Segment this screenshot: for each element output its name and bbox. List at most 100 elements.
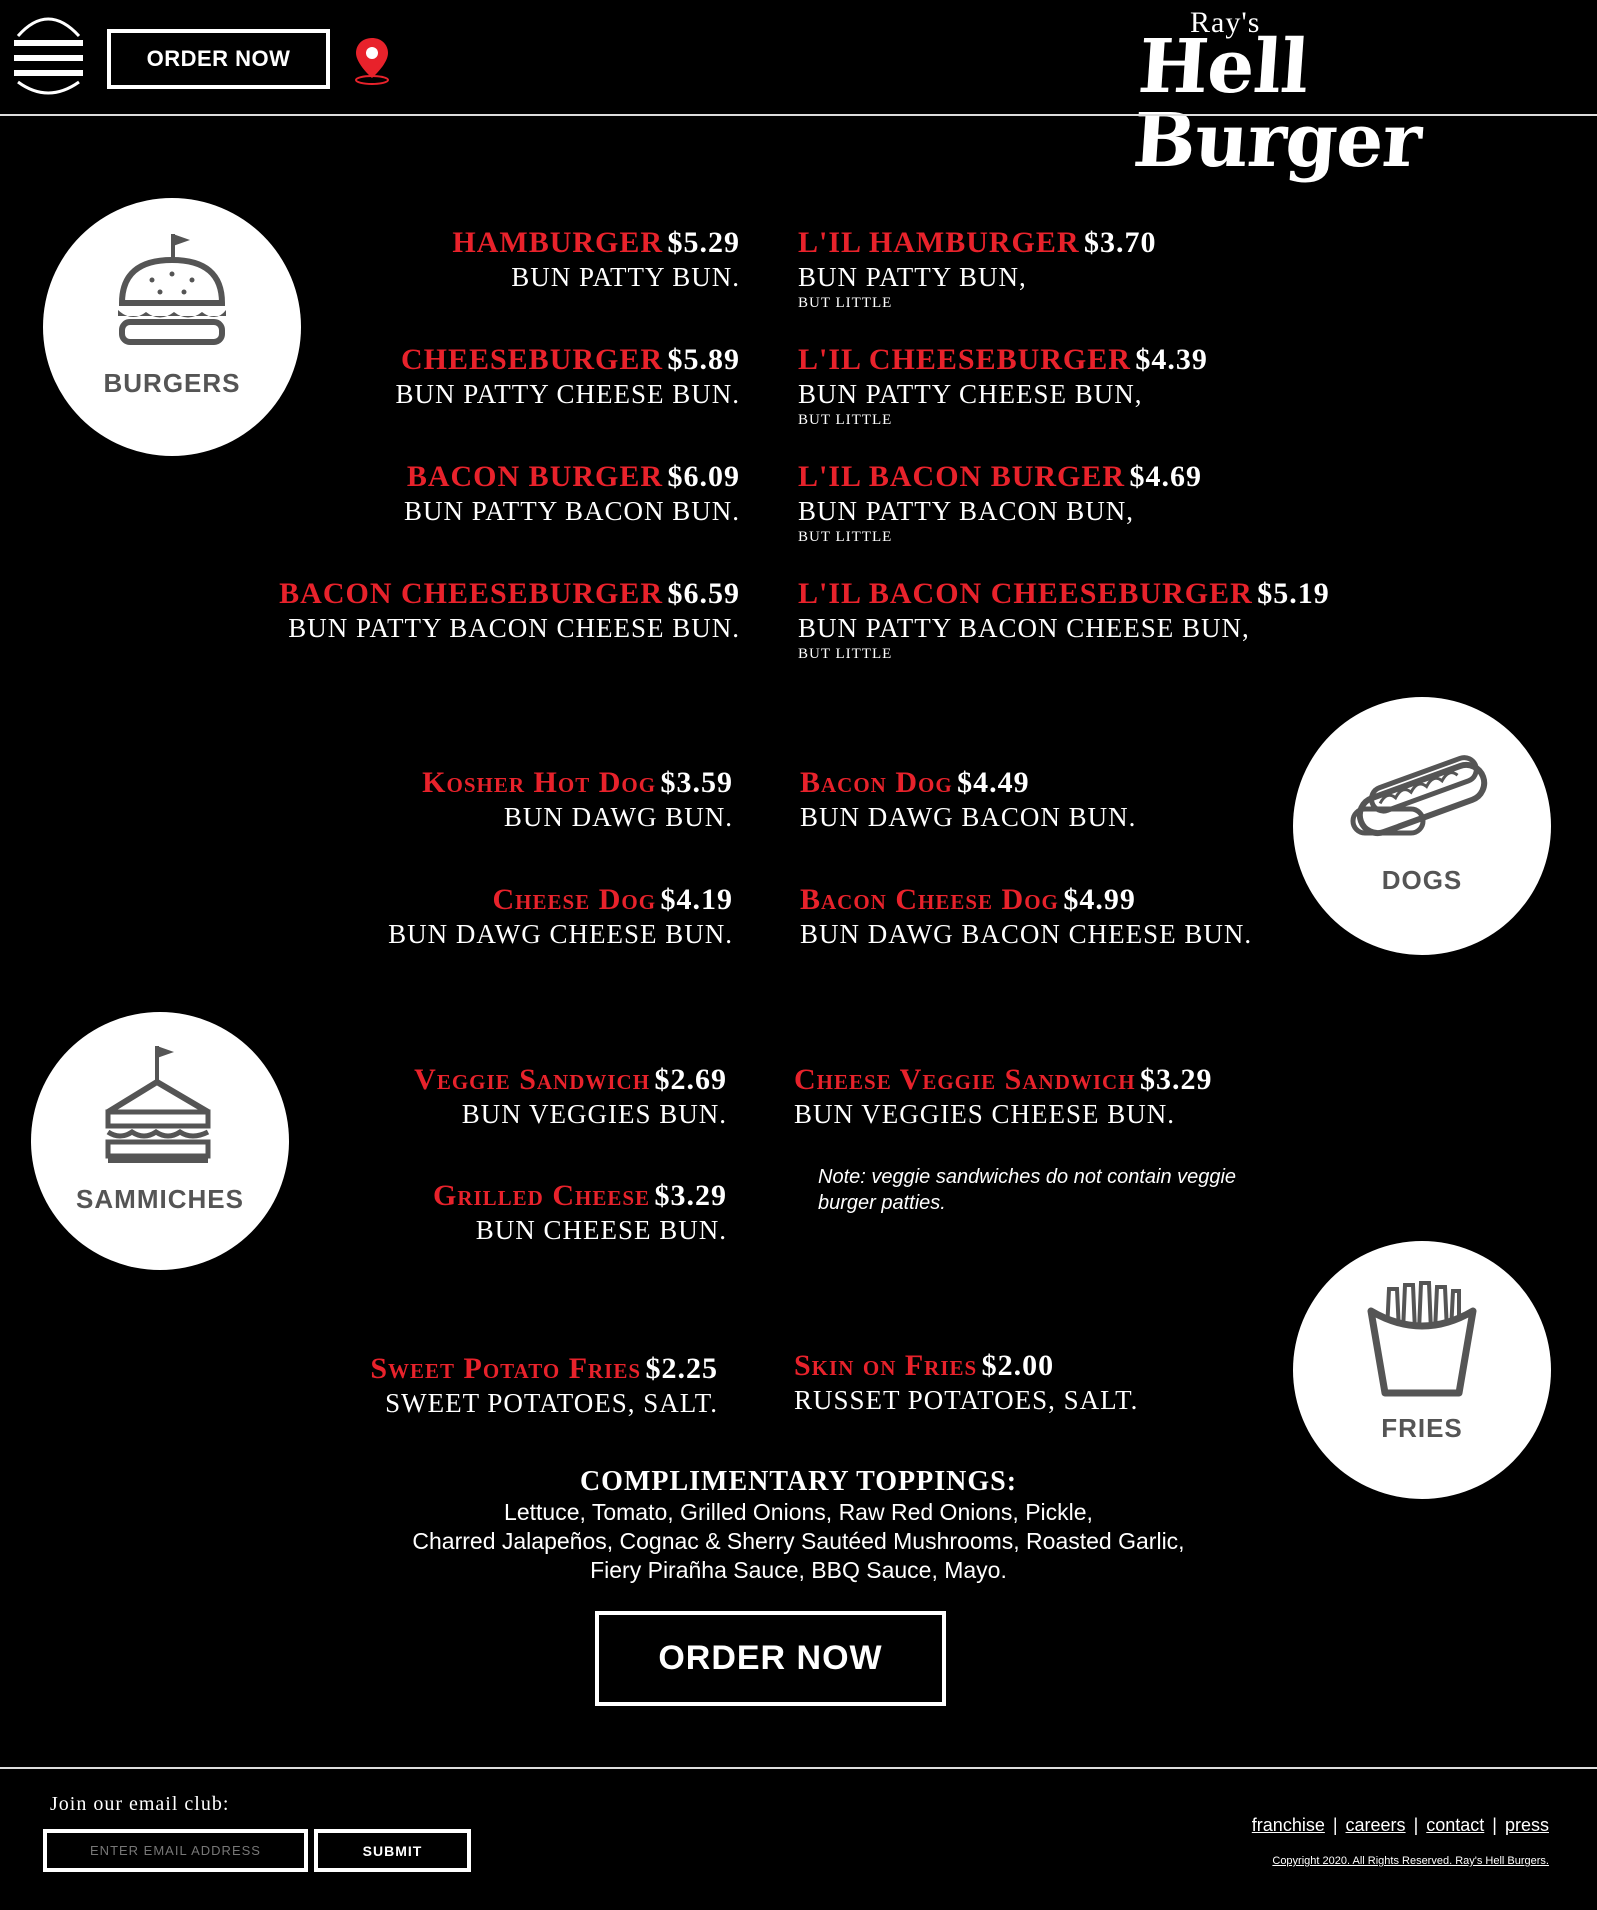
hotdog-icon [1350, 755, 1488, 837]
menu-item: Bacon Cheese Dog $4.99 BUN DAWG BACON CH… [800, 883, 1360, 950]
item-description: BUN DAWG BACON BUN. [800, 802, 1137, 832]
item-price: $4.99 [1063, 883, 1136, 916]
header-divider [0, 114, 1597, 116]
item-name: Cheese Dog [492, 883, 657, 916]
item-description: BUN VEGGIES CHEESE BUN. [794, 1099, 1176, 1129]
menu-item: L'IL BACON CHEESEBURGER $5.19 BUN PATTY … [798, 577, 1358, 663]
item-name: Veggie Sandwich [414, 1063, 651, 1096]
toppings-section: COMPLIMENTARY TOPPINGS: Lettuce, Tomato,… [300, 1466, 1297, 1585]
fries-icon [1367, 1281, 1477, 1397]
toppings-line: Charred Jalapeños, Cognac & Sherry Sauté… [412, 1528, 1185, 1554]
submit-button[interactable]: SUBMIT [314, 1829, 471, 1872]
hamburger-menu-icon[interactable] [14, 8, 83, 98]
item-description: BUN PATTY CHEESE BUN. [395, 379, 740, 409]
menu-item: BACON CHEESEBURGER $6.59 BUN PATTY BACON… [180, 577, 740, 644]
menu-item: Cheese Veggie Sandwich $3.29 BUN VEGGIES… [794, 1063, 1414, 1130]
item-price: $6.09 [667, 460, 740, 493]
item-price: $3.29 [654, 1179, 727, 1212]
logo-title[interactable]: Hell Burger [1130, 24, 1597, 184]
menu-item: HAMBURGER $5.29 BUN PATTY BUN. [180, 226, 740, 293]
item-name: Grilled Cheese [432, 1179, 651, 1212]
item-name: Sweet Potato Fries [370, 1352, 642, 1385]
link-separator: | [1492, 1815, 1497, 1835]
item-price: $2.69 [654, 1063, 727, 1096]
copyright-text: Copyright 2020. All Rights Reserved. Ray… [1272, 1855, 1549, 1867]
menu-item: Grilled Cheese $3.29 BUN CHEESE BUN. [167, 1179, 727, 1246]
item-name: BACON CHEESEBURGER [279, 577, 664, 610]
careers-link[interactable]: careers [1346, 1815, 1406, 1835]
toppings-line: Lettuce, Tomato, Grilled Onions, Raw Red… [504, 1499, 1093, 1525]
item-name: L'IL BACON CHEESEBURGER [798, 577, 1253, 610]
item-price: $3.70 [1084, 226, 1157, 259]
menu-item: Skin on Fries $2.00 RUSSET POTATOES, SAL… [794, 1349, 1354, 1416]
item-name: Skin on Fries [794, 1349, 978, 1382]
item-description: BUN PATTY BACON CHEESE BUN, [798, 613, 1250, 643]
item-price: $3.59 [660, 766, 733, 799]
item-price: $3.29 [1139, 1063, 1213, 1096]
footer-links: franchise | careers | contact | press [1252, 1815, 1549, 1836]
item-price: $2.00 [981, 1349, 1055, 1382]
item-name: Bacon Dog [800, 766, 953, 799]
menu-item: Sweet Potato Fries $2.25 SWEET POTATOES,… [158, 1352, 718, 1419]
veggie-note: Note: veggie sandwiches do not contain v… [818, 1166, 1237, 1214]
item-note: BUT LITTLE [798, 529, 893, 545]
toppings-line: Fiery Pirañha Sauce, BBQ Sauce, Mayo. [590, 1557, 1007, 1583]
item-description: BUN DAWG BUN. [503, 802, 733, 832]
toppings-heading: COMPLIMENTARY TOPPINGS: [579, 1466, 1018, 1497]
item-price: $6.59 [667, 577, 740, 610]
order-now-button[interactable]: ORDER NOW [107, 29, 330, 89]
item-note: BUT LITTLE [798, 295, 893, 311]
link-separator: | [1413, 1815, 1419, 1835]
menu-item: Cheese Dog $4.19 BUN DAWG CHEESE BUN. [173, 883, 733, 950]
item-description: BUN PATTY BUN. [511, 262, 740, 292]
item-description: BUN DAWG CHEESE BUN. [388, 919, 733, 949]
footer-divider [0, 1767, 1597, 1769]
item-price: $2.25 [645, 1352, 718, 1385]
franchise-link[interactable]: franchise [1252, 1815, 1325, 1835]
fries-label: FRIES [1381, 1413, 1463, 1443]
menu-item: Veggie Sandwich $2.69 BUN VEGGIES BUN. [167, 1063, 727, 1130]
order-now-button-bottom[interactable]: ORDER NOW [595, 1611, 946, 1706]
item-description: BUN DAWG BACON CHEESE BUN. [800, 919, 1253, 949]
item-name: Kosher Hot Dog [422, 766, 657, 799]
menu-item: L'IL CHEESEBURGER $4.39 BUN PATTY CHEESE… [798, 343, 1358, 429]
item-description: BUN VEGGIES BUN. [461, 1099, 727, 1129]
item-price: $5.29 [667, 226, 740, 259]
menu-item: CHEESEBURGER $5.89 BUN PATTY CHEESE BUN. [180, 343, 740, 410]
item-description: BUN PATTY CHEESE BUN, [798, 379, 1143, 409]
item-price: $4.69 [1129, 460, 1203, 493]
press-link[interactable]: press [1505, 1815, 1549, 1835]
link-separator: | [1332, 1815, 1338, 1835]
email-input[interactable] [43, 1829, 308, 1872]
item-name: HAMBURGER [452, 226, 664, 259]
contact-link[interactable]: contact [1426, 1815, 1484, 1835]
menu-item: Bacon Dog $4.49 BUN DAWG BACON BUN. [800, 766, 1360, 833]
item-name: L'IL CHEESEBURGER [798, 343, 1131, 376]
item-description: BUN PATTY BACON BUN. [403, 496, 740, 526]
menu-item: Kosher Hot Dog $3.59 BUN DAWG BUN. [173, 766, 733, 833]
item-price: $4.39 [1135, 343, 1208, 376]
item-name: CHEESEBURGER [400, 343, 664, 376]
menu-item: L'IL HAMBURGER $3.70 BUN PATTY BUN, BUT … [798, 226, 1358, 312]
item-price: $5.19 [1257, 577, 1330, 610]
item-name: BACON BURGER [406, 460, 664, 493]
item-name: L'IL HAMBURGER [798, 226, 1080, 259]
item-name: Cheese Veggie Sandwich [794, 1063, 1136, 1096]
item-price: $4.49 [957, 766, 1030, 799]
item-description: BUN CHEESE BUN. [475, 1215, 727, 1245]
item-name: L'IL BACON BURGER [798, 460, 1126, 493]
item-description: RUSSET POTATOES, SALT. [794, 1385, 1139, 1415]
map-pin-icon[interactable] [352, 36, 392, 86]
email-club-label: Join our email club: [50, 1793, 230, 1815]
item-description: BUN PATTY BUN, [798, 262, 1027, 292]
item-note: BUT LITTLE [798, 412, 893, 428]
item-note: BUT LITTLE [798, 646, 893, 662]
item-description: BUN PATTY BACON BUN, [798, 496, 1135, 526]
item-name: Bacon Cheese Dog [800, 883, 1059, 916]
item-description: SWEET POTATOES, SALT. [385, 1388, 718, 1418]
item-description: BUN PATTY BACON CHEESE BUN. [288, 613, 740, 643]
item-price: $5.89 [667, 343, 740, 376]
menu-item: L'IL BACON BURGER $4.69 BUN PATTY BACON … [798, 460, 1358, 546]
item-price: $4.19 [660, 883, 733, 916]
menu-item: BACON BURGER $6.09 BUN PATTY BACON BUN. [180, 460, 740, 527]
